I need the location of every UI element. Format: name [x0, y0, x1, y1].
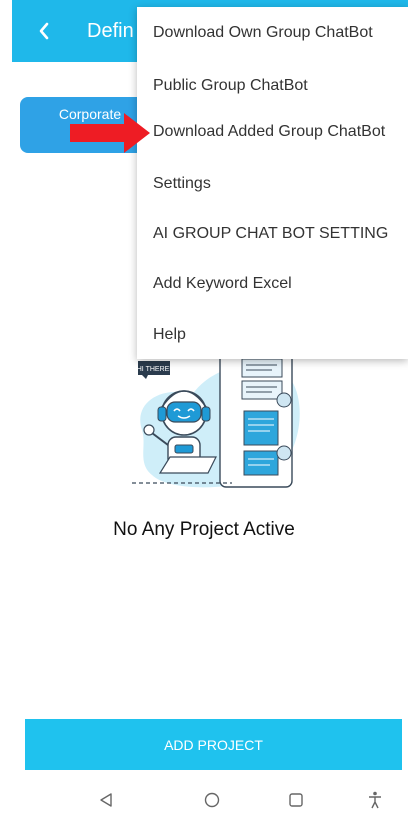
menu-item-ai-setting[interactable]: AI GROUP CHAT BOT SETTING: [153, 225, 388, 243]
chevron-left-icon[interactable]: [34, 18, 54, 44]
menu-item-download-own[interactable]: Download Own Group ChatBot: [153, 24, 373, 42]
accessibility-icon[interactable]: [364, 789, 386, 811]
screen: Defin Corporate Ch: [0, 0, 408, 825]
recents-square-icon[interactable]: [285, 789, 307, 811]
menu-item-help[interactable]: Help: [153, 326, 186, 344]
overflow-menu: Download Own Group ChatBot Public Group …: [137, 7, 408, 359]
menu-item-settings[interactable]: Settings: [153, 175, 211, 193]
add-project-button[interactable]: ADD PROJECT: [25, 719, 402, 770]
empty-state-message: No Any Project Active: [113, 519, 295, 540]
menu-item-download-added[interactable]: Download Added Group ChatBot: [153, 123, 385, 141]
back-triangle-icon[interactable]: [95, 789, 117, 811]
screen-edge: [0, 0, 12, 825]
menu-item-public-group[interactable]: Public Group ChatBot: [153, 77, 308, 95]
red-arrow-icon: [68, 112, 152, 154]
chatbot-robot-illustration: HI THERE!: [112, 345, 302, 500]
system-nav-bar: [12, 775, 408, 825]
menu-item-add-keyword-excel[interactable]: Add Keyword Excel: [153, 275, 292, 293]
bubble-text: HI THERE!: [137, 366, 172, 373]
home-circle-icon[interactable]: [201, 789, 223, 811]
page-title: Defin: [87, 20, 134, 42]
